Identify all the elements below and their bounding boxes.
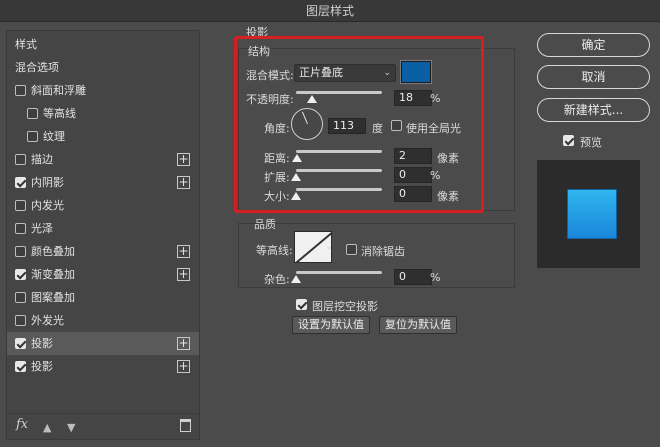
anti-alias-checkbox[interactable] [346, 244, 357, 255]
add-icon[interactable]: + [177, 153, 190, 166]
sidebar-item-satin[interactable]: 光泽 [7, 217, 199, 240]
sidebar-item-contour[interactable]: 等高线 [7, 102, 199, 125]
sidebar-item-label: 渐变叠加 [31, 268, 75, 281]
move-up-icon[interactable]: ▲ [43, 421, 53, 434]
checkbox[interactable] [15, 292, 26, 303]
sidebar-item-texture[interactable]: 纹理 [7, 125, 199, 148]
checkbox[interactable] [27, 131, 38, 142]
noise-slider-thumb[interactable] [291, 275, 301, 283]
sidebar-item-label: 混合选项 [15, 61, 59, 74]
noise-input[interactable]: 0 [394, 269, 432, 285]
cancel-button[interactable]: 取消 [537, 65, 650, 89]
ok-button[interactable]: 确定 [537, 33, 650, 57]
sidebar-item-blending-options[interactable]: 混合选项 [7, 56, 199, 79]
quality-title: 品质 [254, 218, 276, 231]
sidebar-item-drop-shadow[interactable]: 投影 + [7, 332, 199, 355]
checkbox[interactable] [15, 85, 26, 96]
reset-default-button[interactable]: 复位为默认值 [379, 316, 457, 334]
preview-label: 预览 [580, 136, 602, 149]
contour-dropdown[interactable]: ⌄ [322, 231, 334, 252]
sidebar-item-bevel-emboss[interactable]: 斜面和浮雕 [7, 79, 199, 102]
styles-header[interactable]: 样式 [7, 33, 199, 56]
checkbox[interactable] [15, 315, 26, 326]
preview-swatch [567, 189, 617, 239]
move-down-icon[interactable]: ▼ [67, 421, 77, 434]
highlight-box [234, 36, 484, 213]
add-icon[interactable]: + [177, 360, 190, 373]
checkbox[interactable] [15, 200, 26, 211]
sidebar-item-label: 图案叠加 [31, 291, 75, 304]
sidebar-item-drop-shadow-2[interactable]: 投影 + [7, 355, 199, 378]
checkbox[interactable] [15, 361, 26, 372]
sidebar-item-label: 描边 [31, 153, 53, 166]
trash-icon[interactable] [180, 419, 191, 432]
sidebar-item-label: 内发光 [31, 199, 64, 212]
checkbox[interactable] [15, 338, 26, 349]
window-title: 图层样式 [0, 0, 660, 22]
checkbox[interactable] [15, 154, 26, 165]
sidebar-item-label: 斜面和浮雕 [31, 84, 86, 97]
checkbox[interactable] [15, 269, 26, 280]
sidebar-item-label: 内阴影 [31, 176, 64, 189]
sidebar-item-label: 投影 [31, 337, 53, 350]
sidebar-item-label: 等高线 [43, 107, 76, 120]
sidebar-item-color-overlay[interactable]: 颜色叠加 + [7, 240, 199, 263]
add-icon[interactable]: + [177, 176, 190, 189]
fx-icon[interactable]: fx [16, 417, 28, 432]
knockout-label: 图层挖空投影 [312, 300, 378, 313]
checkbox[interactable] [15, 246, 26, 257]
sidebar-item-outer-glow[interactable]: 外发光 [7, 309, 199, 332]
knockout-checkbox[interactable] [296, 299, 307, 310]
sidebar-item-label: 投影 [31, 360, 53, 373]
sidebar-item-stroke[interactable]: 描边 + [7, 148, 199, 171]
chevron-down-icon: ⌄ [325, 242, 333, 252]
sidebar-item-label: 光泽 [31, 222, 53, 235]
add-icon[interactable]: + [177, 337, 190, 350]
noise-unit: % [430, 271, 441, 284]
checkbox[interactable] [15, 223, 26, 234]
noise-slider[interactable] [296, 271, 382, 274]
checkbox[interactable] [27, 108, 38, 119]
sidebar-item-label: 颜色叠加 [31, 245, 75, 258]
new-style-button[interactable]: 新建样式... [537, 98, 650, 122]
sidebar-item-inner-shadow[interactable]: 内阴影 + [7, 171, 199, 194]
sidebar-item-gradient-overlay[interactable]: 渐变叠加 + [7, 263, 199, 286]
add-icon[interactable]: + [177, 245, 190, 258]
sidebar-item-inner-glow[interactable]: 内发光 [7, 194, 199, 217]
noise-label: 杂色: [264, 273, 290, 286]
add-icon[interactable]: + [177, 268, 190, 281]
sidebar-item-pattern-overlay[interactable]: 图案叠加 [7, 286, 199, 309]
preview-checkbox[interactable] [563, 135, 574, 146]
styles-footer: fx ▲ ▼ [7, 413, 199, 439]
style-preview [537, 160, 640, 268]
make-default-button[interactable]: 设置为默认值 [292, 316, 370, 334]
checkbox[interactable] [15, 177, 26, 188]
contour-label: 等高线: [256, 244, 293, 257]
anti-alias-label: 消除锯齿 [361, 245, 405, 258]
sidebar-item-label: 纹理 [43, 130, 65, 143]
sidebar-item-label: 外发光 [31, 314, 64, 327]
styles-panel: 样式 混合选项 斜面和浮雕 等高线 纹理 描边 + 内阴影 + 内发光 光泽 颜… [6, 30, 200, 440]
